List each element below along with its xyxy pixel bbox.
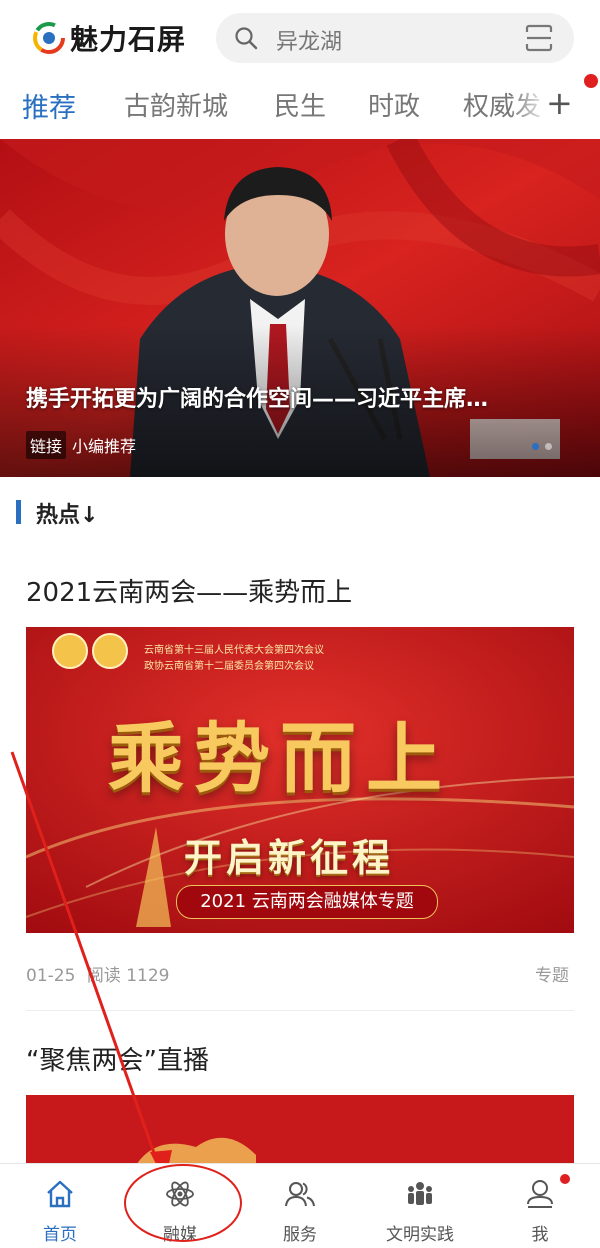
- carousel-indicator: [532, 443, 552, 450]
- nav-label: 首页: [43, 1225, 77, 1245]
- tab-shizheng[interactable]: 时政: [368, 86, 420, 123]
- section-title: 热点↓: [36, 503, 99, 528]
- article-read-count: 阅读 1129: [86, 966, 170, 986]
- article-title-2[interactable]: “聚焦两会”直播: [26, 1040, 209, 1077]
- nav-label: 我: [531, 1225, 549, 1245]
- bottom-navigation: 首页 融媒 服务 文明实践 我: [0, 1163, 600, 1248]
- national-emblem-icon: [52, 633, 88, 669]
- article-title[interactable]: 2021云南两会——乘势而上: [26, 572, 352, 609]
- hero-caption[interactable]: 携手开拓更为广阔的合作空间——习近平主席…: [26, 381, 488, 413]
- section-marker: [16, 500, 21, 524]
- top-header: 魅力石屏 异龙湖: [0, 0, 600, 76]
- article-banner[interactable]: 云南省第十三届人民代表大会第四次会议 政协云南省第十二届委员会第四次会议 乘势而…: [26, 627, 574, 933]
- users-icon: [285, 1182, 315, 1207]
- nav-services[interactable]: 服务: [240, 1164, 360, 1248]
- notification-dot: [584, 74, 598, 88]
- banner-line2: 政协云南省第十二届委员会第四次会议: [144, 661, 314, 672]
- search-placeholder: 异龙湖: [276, 30, 343, 55]
- article-type-badge: 专题: [535, 966, 569, 986]
- tab-minsheng[interactable]: 民生: [274, 86, 326, 123]
- app-logo-icon: [33, 22, 65, 54]
- profile-badge: [560, 1174, 570, 1184]
- app-logo[interactable]: 魅力石屏: [32, 16, 186, 60]
- banner-2-image: [26, 1095, 574, 1165]
- hero-tag: 链接: [26, 431, 67, 459]
- hero-image: [0, 139, 600, 477]
- nav-home[interactable]: 首页: [0, 1164, 120, 1248]
- banner-subheadline: 开启新征程: [184, 836, 395, 880]
- nav-label: 文明实践: [386, 1225, 454, 1245]
- divider: [26, 1010, 574, 1011]
- cppcc-emblem-icon: [92, 633, 128, 669]
- group-icon: [408, 1182, 432, 1205]
- profile-icon: [527, 1180, 553, 1208]
- search-icon: [235, 27, 258, 50]
- carousel-dot: [545, 443, 552, 450]
- nav-profile[interactable]: 我: [480, 1164, 600, 1248]
- article-meta: 01-25 阅读 1129: [26, 961, 169, 986]
- tab-recommend[interactable]: 推荐: [22, 86, 76, 125]
- nav-label: 服务: [283, 1225, 317, 1245]
- tab-fade: [510, 76, 550, 136]
- tab-guyun-xincheng[interactable]: 古韵新城: [124, 86, 228, 123]
- scan-icon[interactable]: [524, 23, 554, 53]
- add-channel-button[interactable]: +: [546, 84, 573, 122]
- hero-meta: 链接 小编推荐: [26, 431, 136, 459]
- hero-carousel[interactable]: 携手开拓更为广阔的合作空间——习近平主席… 链接 小编推荐: [0, 139, 600, 477]
- article-date: 01-25: [26, 966, 76, 986]
- app-logo-text: 魅力石屏: [70, 23, 187, 56]
- search-bar[interactable]: 异龙湖: [216, 13, 574, 63]
- banner-ribbon: 2021 云南两会融媒体专题: [176, 885, 438, 919]
- banner-headline: 乘势而上: [108, 714, 452, 803]
- nav-civilization-practice[interactable]: 文明实践: [360, 1164, 480, 1248]
- article-banner-2[interactable]: [26, 1095, 574, 1165]
- nav-media[interactable]: 融媒: [120, 1164, 240, 1248]
- nav-label: 融媒: [163, 1225, 197, 1245]
- carousel-dot: [532, 443, 539, 450]
- banner-line1: 云南省第十三届人民代表大会第四次会议: [144, 645, 324, 656]
- hero-source: 小编推荐: [72, 437, 137, 456]
- channel-tabs: 推荐 古韵新城 民生 时政 权威发 +: [0, 76, 600, 136]
- home-icon: [47, 1180, 73, 1208]
- atom-icon: [166, 1181, 194, 1207]
